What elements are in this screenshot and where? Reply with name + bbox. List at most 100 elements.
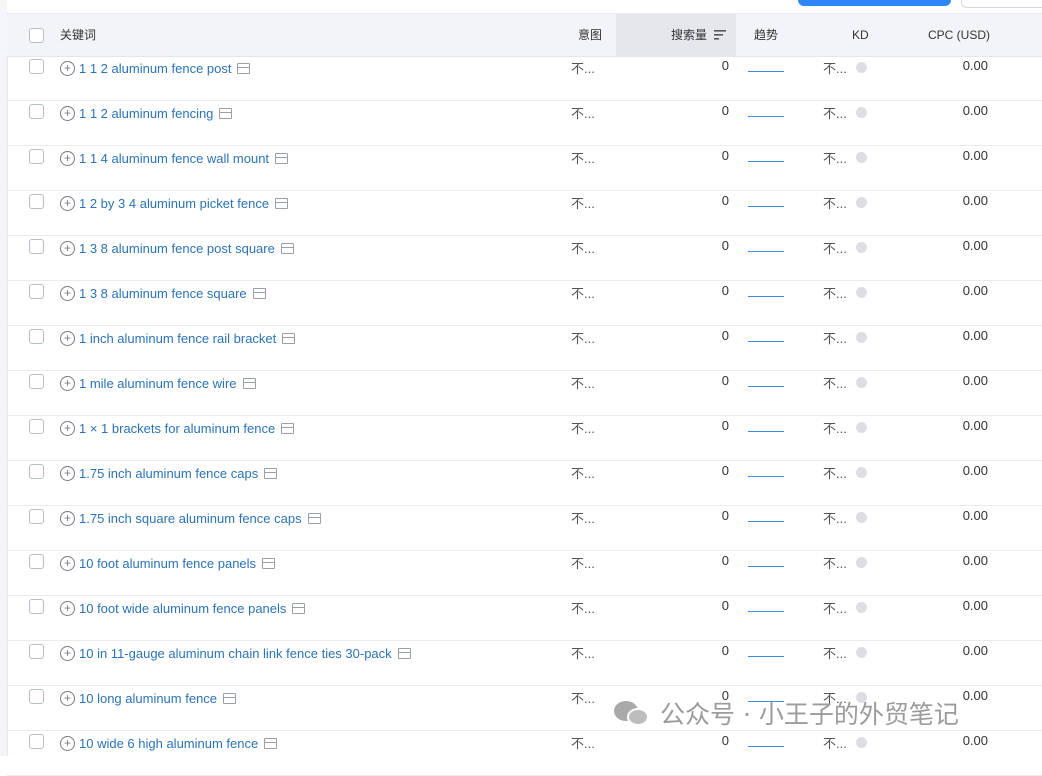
row-checkbox[interactable] [29, 239, 44, 254]
kd-value: 不... [823, 556, 847, 571]
table-row: + 10 in 11-gauge aluminum chain link fen… [7, 641, 1042, 686]
keyword-link[interactable]: 10 foot wide aluminum fence panels [79, 601, 286, 616]
row-checkbox[interactable] [29, 284, 44, 299]
table-row: + 1 1 2 aluminum fencing 不... 0 不... 0.0… [7, 101, 1042, 146]
serp-preview-icon[interactable] [262, 557, 276, 569]
keyword-link[interactable]: 1 1 2 aluminum fence post [79, 61, 231, 76]
keyword-link[interactable]: 1 3 8 aluminum fence post square [79, 241, 275, 256]
add-to-list-icon[interactable]: + [60, 375, 75, 391]
cpc-value: 0.00 [962, 283, 988, 298]
keyword-cell: + 1 1 2 aluminum fence post [60, 58, 251, 78]
add-to-list-icon[interactable]: + [60, 600, 75, 616]
add-to-list-icon[interactable]: + [60, 240, 75, 256]
table-row: + 1 × 1 brackets for aluminum fence 不...… [7, 416, 1042, 461]
kd-value: 不... [823, 286, 847, 301]
keyword-link[interactable]: 10 long aluminum fence [79, 691, 217, 706]
keyword-cell: + 1.75 inch aluminum fence caps [60, 463, 278, 483]
keyword-link[interactable]: 1 2 by 3 4 aluminum picket fence [79, 196, 269, 211]
search-volume-value: 0 [721, 328, 729, 343]
header-trend[interactable]: 趋势 [754, 14, 778, 56]
kd-indicator-dot [856, 377, 867, 388]
watermark-text: 公众号 · 小王子的外贸笔记 [660, 700, 959, 729]
serp-preview-icon[interactable] [223, 692, 237, 704]
serp-preview-icon[interactable] [242, 377, 256, 389]
row-checkbox[interactable] [29, 194, 44, 209]
row-checkbox[interactable] [29, 464, 44, 479]
row-checkbox[interactable] [29, 509, 44, 524]
keyword-cell: + 1 3 8 aluminum fence post square [60, 238, 294, 258]
add-to-list-icon[interactable]: + [60, 510, 75, 526]
serp-preview-icon[interactable] [280, 242, 294, 254]
add-to-list-icon[interactable]: + [60, 150, 75, 166]
serp-preview-icon[interactable] [275, 197, 289, 209]
add-to-list-icon[interactable]: + [60, 420, 75, 436]
serp-preview-icon[interactable] [264, 737, 278, 749]
keyword-link[interactable]: 1 1 2 aluminum fencing [79, 106, 213, 121]
primary-action-button[interactable] [798, 0, 951, 6]
serp-preview-icon[interactable] [275, 152, 289, 164]
keyword-link[interactable]: 1 mile aluminum fence wire [79, 376, 237, 391]
intent-value: 不... [571, 691, 595, 706]
row-checkbox[interactable] [29, 599, 44, 614]
intent-value: 不... [571, 511, 595, 526]
serp-preview-icon[interactable] [281, 422, 295, 434]
add-to-list-icon[interactable]: + [60, 735, 75, 751]
keyword-link[interactable]: 1 × 1 brackets for aluminum fence [79, 421, 275, 436]
kd-indicator-dot [856, 512, 867, 523]
search-volume-value: 0 [721, 463, 729, 478]
serp-preview-icon[interactable] [307, 512, 321, 524]
row-checkbox[interactable] [29, 149, 44, 164]
add-to-list-icon[interactable]: + [60, 690, 75, 706]
serp-preview-icon[interactable] [237, 62, 251, 74]
header-kd[interactable]: KD [852, 14, 869, 56]
header-keyword[interactable]: 关键词 [60, 14, 96, 56]
secondary-action-button[interactable] [961, 0, 1042, 8]
add-to-list-icon[interactable]: + [60, 60, 75, 76]
table-row: + 1 mile aluminum fence wire 不... 0 不...… [7, 371, 1042, 416]
kd-value: 不... [823, 511, 847, 526]
add-to-list-icon[interactable]: + [60, 105, 75, 121]
add-to-list-icon[interactable]: + [60, 330, 75, 346]
keyword-cell: + 1 1 4 aluminum fence wall mount [60, 148, 289, 168]
keyword-link[interactable]: 1 1 4 aluminum fence wall mount [79, 151, 269, 166]
row-checkbox[interactable] [29, 554, 44, 569]
keyword-link[interactable]: 1.75 inch aluminum fence caps [79, 466, 258, 481]
row-checkbox[interactable] [29, 734, 44, 749]
kd-indicator-dot [856, 737, 867, 748]
cpc-value: 0.00 [962, 598, 988, 613]
serp-preview-icon[interactable] [282, 332, 296, 344]
row-checkbox[interactable] [29, 329, 44, 344]
add-to-list-icon[interactable]: + [60, 465, 75, 481]
trend-sparkline [748, 386, 784, 387]
keyword-link[interactable]: 1.75 inch square aluminum fence caps [79, 511, 302, 526]
header-volume-sorted[interactable]: 搜索量 [616, 14, 736, 56]
row-checkbox[interactable] [29, 419, 44, 434]
header-intent[interactable]: 意图 [578, 14, 602, 56]
kd-value: 不... [823, 196, 847, 211]
select-all-checkbox[interactable] [29, 28, 44, 43]
serp-preview-icon[interactable] [252, 287, 266, 299]
row-checkbox[interactable] [29, 59, 44, 74]
serp-preview-icon[interactable] [397, 647, 411, 659]
row-checkbox[interactable] [29, 689, 44, 704]
intent-value: 不... [571, 646, 595, 661]
add-to-list-icon[interactable]: + [60, 285, 75, 301]
table-row: + 1.75 inch square aluminum fence caps 不… [7, 506, 1042, 551]
serp-preview-icon[interactable] [219, 107, 233, 119]
keyword-link[interactable]: 10 foot aluminum fence panels [79, 556, 256, 571]
keyword-link[interactable]: 1 3 8 aluminum fence square [79, 286, 247, 301]
add-to-list-icon[interactable]: + [60, 645, 75, 661]
serp-preview-icon[interactable] [292, 602, 306, 614]
keyword-link[interactable]: 10 in 11-gauge aluminum chain link fence… [79, 646, 392, 661]
add-to-list-icon[interactable]: + [60, 195, 75, 211]
keyword-link[interactable]: 10 wide 6 high aluminum fence [79, 736, 258, 751]
serp-preview-icon[interactable] [264, 467, 278, 479]
header-cpc[interactable]: CPC (USD) [928, 14, 990, 56]
keyword-link[interactable]: 1 inch aluminum fence rail bracket [79, 331, 276, 346]
add-to-list-icon[interactable]: + [60, 555, 75, 571]
row-checkbox[interactable] [29, 374, 44, 389]
row-checkbox[interactable] [29, 644, 44, 659]
cpc-value: 0.00 [962, 553, 988, 568]
intent-value: 不... [571, 196, 595, 211]
row-checkbox[interactable] [29, 104, 44, 119]
